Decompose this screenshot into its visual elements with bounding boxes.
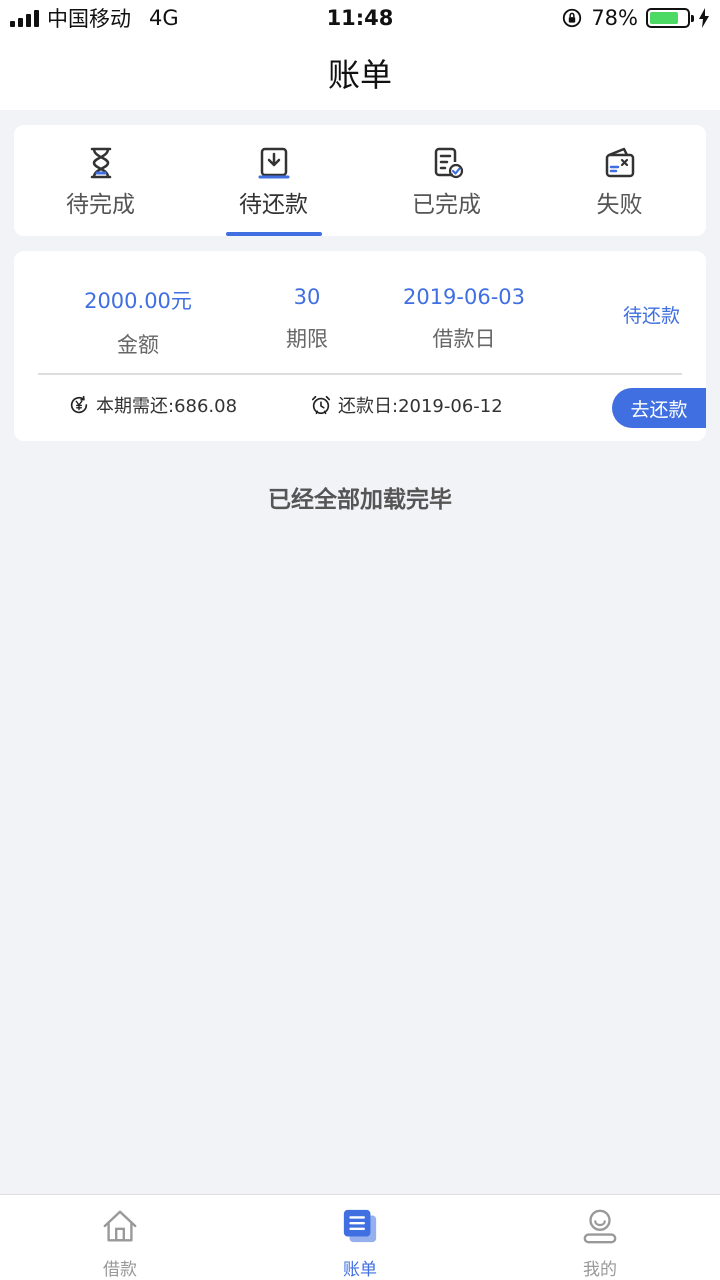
tab-pending[interactable]: 待完成 [14,125,187,236]
status-bar: 中国移动 4G 11:48 78% [0,0,720,36]
tab-label: 待还款 [239,192,308,218]
loan-date-value: 2019-06-03 [402,285,526,309]
tab-label: 待完成 [66,192,135,218]
profile-icon [583,1209,617,1244]
tab-completed[interactable]: 已完成 [360,125,533,236]
bill-loan-date: 2019-06-03 借款日 [392,285,536,353]
battery-fill [650,12,679,24]
nav-item-bills[interactable]: 账单 [240,1195,480,1280]
hourglass-icon [90,147,111,179]
alarm-clock-icon [311,395,331,415]
tab-label: 已完成 [412,192,481,218]
bill-amount: 2000.00元 金额 [78,285,198,359]
bill-repay-row: 本期需还:686.08 还款日:2019-06-12 去还款 [14,375,706,441]
signal-icon [10,9,39,27]
carrier-name: 中国移动 [47,7,131,31]
nav-label: 我的 [583,1260,617,1280]
bill-summary: 2000.00元 金额 30 期限 2019-06-03 借款日 待还款 [14,251,706,373]
yuan-cycle-icon [70,395,88,414]
document-check-icon [434,147,463,179]
status-left: 中国移动 4G [10,3,179,33]
download-tray-icon [258,147,289,179]
loan-date-label: 借款日 [432,327,496,351]
due-amount: 本期需还:686.08 [68,392,237,418]
page-header: 账单 [0,36,720,110]
nav-item-loan[interactable]: 借款 [0,1195,240,1280]
charging-icon [699,8,709,28]
due-date-text: 还款日:2019-06-12 [338,396,503,417]
tab-to-repay[interactable]: 待还款 [187,125,360,236]
battery-percent: 78% [591,6,638,30]
nav-item-mine[interactable]: 我的 [480,1195,720,1280]
battery-icon [646,8,694,28]
status-badge: 待还款 [622,305,680,327]
load-complete-text: 已经全部加载完毕 [268,487,452,513]
network-type: 4G [149,6,179,30]
term-value: 30 [293,285,321,309]
nav-label: 借款 [103,1260,137,1280]
nav-label: 账单 [343,1260,377,1280]
page-title: 账单 [327,56,392,94]
due-date: 还款日:2019-06-12 [310,392,503,418]
tab-failed[interactable]: 失败 [533,125,706,236]
bill-card[interactable]: 2000.00元 金额 30 期限 2019-06-03 借款日 待还款 本期需… [14,251,706,441]
screen: 中国移动 4G 11:48 78% 账单 待完成 待还款 已完成 失败 2000… [0,0,720,1280]
due-amount-text: 本期需还:686.08 [96,396,238,417]
bill-term: 30 期限 [267,285,347,353]
home-icon [103,1210,137,1242]
tab-label: 失败 [596,192,643,218]
repay-button[interactable]: 去还款 [612,388,706,428]
bill-list-icon [343,1209,377,1243]
bottom-nav: 借款 账单 我的 [0,1194,720,1280]
status-right: 78% [561,6,710,30]
amount-value: 2000.00元 [84,289,192,313]
amount-label: 金额 [117,333,159,357]
bill-status-tabs: 待完成 待还款 已完成 失败 [14,125,706,236]
orientation-lock-icon [563,8,582,28]
term-label: 期限 [286,327,328,351]
wallet-x-icon [605,147,634,178]
